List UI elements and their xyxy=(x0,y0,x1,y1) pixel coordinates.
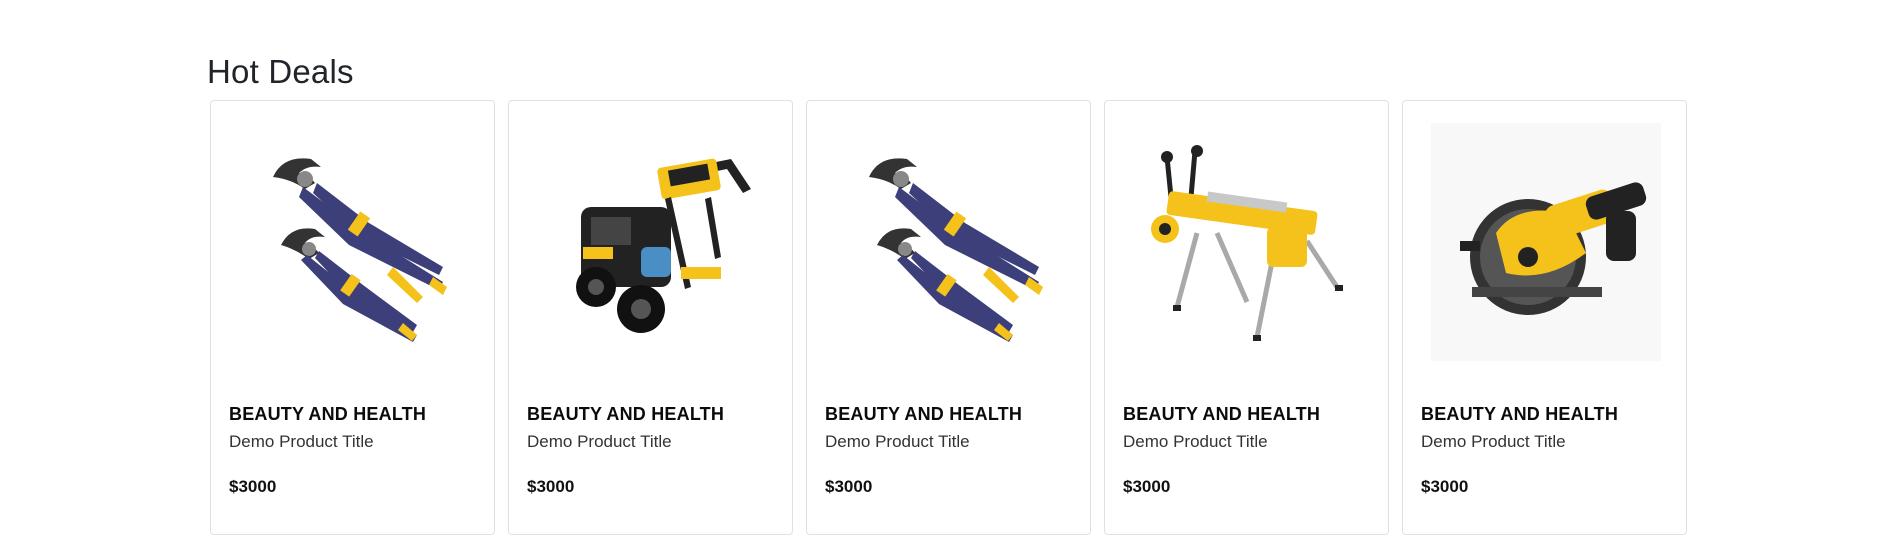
product-image[interactable] xyxy=(1123,123,1371,361)
hot-deals-section: Hot Deals BEAUTY AND HEALTH Demo Product… xyxy=(207,48,1697,535)
product-title[interactable]: Demo Product Title xyxy=(1123,432,1268,452)
product-price: $3000 xyxy=(527,477,575,496)
product-image[interactable] xyxy=(825,123,1073,361)
product-title[interactable]: Demo Product Title xyxy=(527,432,672,452)
product-category[interactable]: BEAUTY AND HEALTH xyxy=(1421,404,1618,425)
product-title[interactable]: Demo Product Title xyxy=(229,432,374,452)
product-category[interactable]: BEAUTY AND HEALTH xyxy=(229,404,426,425)
saw-stand-icon xyxy=(1151,145,1343,341)
product-title[interactable]: Demo Product Title xyxy=(825,432,970,452)
product-card[interactable]: BEAUTY AND HEALTH Demo Product Title $30… xyxy=(210,100,495,535)
product-image[interactable] xyxy=(1431,123,1661,361)
pliers-icon xyxy=(869,158,1043,342)
product-category[interactable]: BEAUTY AND HEALTH xyxy=(1123,404,1320,425)
section-title: Hot Deals xyxy=(207,53,354,90)
pliers-icon xyxy=(273,158,447,342)
product-image[interactable] xyxy=(229,123,477,361)
pressure-washer-icon xyxy=(576,158,751,333)
product-card[interactable]: BEAUTY AND HEALTH Demo Product Title $30… xyxy=(806,100,1091,535)
product-card[interactable]: BEAUTY AND HEALTH Demo Product Title $30… xyxy=(1104,100,1389,535)
product-title[interactable]: Demo Product Title xyxy=(1421,432,1566,452)
product-card-list: BEAUTY AND HEALTH Demo Product Title $30… xyxy=(210,100,1687,535)
product-price: $3000 xyxy=(825,477,873,496)
product-price: $3000 xyxy=(229,477,277,496)
product-price: $3000 xyxy=(1421,477,1469,496)
product-image[interactable] xyxy=(527,123,775,361)
product-category[interactable]: BEAUTY AND HEALTH xyxy=(825,404,1022,425)
product-card[interactable]: BEAUTY AND HEALTH Demo Product Title $30… xyxy=(1402,100,1687,535)
product-price: $3000 xyxy=(1123,477,1171,496)
product-card[interactable]: BEAUTY AND HEALTH Demo Product Title $30… xyxy=(508,100,793,535)
product-category[interactable]: BEAUTY AND HEALTH xyxy=(527,404,724,425)
circular-saw-icon xyxy=(1460,182,1647,315)
